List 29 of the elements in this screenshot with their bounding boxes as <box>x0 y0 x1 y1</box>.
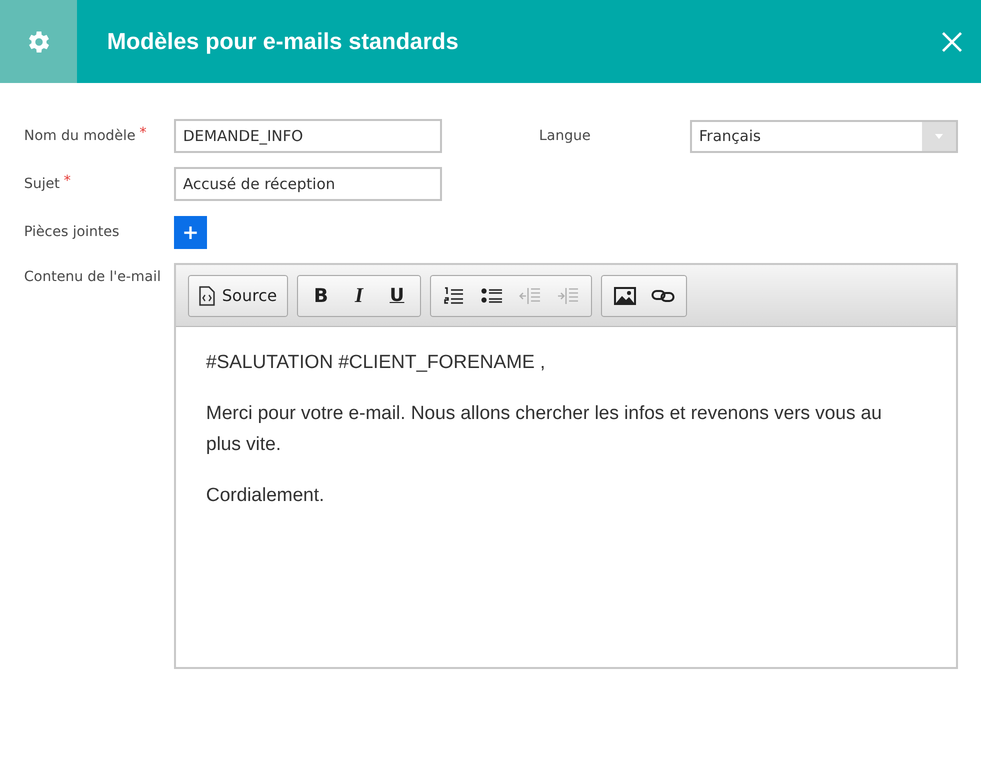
email-paragraph: Cordialement. <box>206 484 326 508</box>
dropdown-arrow-icon <box>935 134 943 138</box>
bold-button[interactable]: B <box>302 278 340 312</box>
rich-text-editor[interactable]: Source B I U #SALUTATION #CLIENT_FORENAME , Merci pour votre e-mail. Nous allons chercher les infos et revenons vers vous au plus vite. Cordialement. <box>174 263 958 669</box>
document-code-icon <box>199 286 215 306</box>
field-label: Sujet <box>24 176 60 192</box>
numbered-list-icon <box>444 286 464 304</box>
image-icon <box>614 286 636 304</box>
field-label: Contenu de l'e-mail <box>24 269 161 285</box>
email-paragraph: Merci pour votre e-mail. Nous allons chercher les infos et revenons vers vous au plus vite. <box>206 402 883 457</box>
email-paragraph: #SALUTATION #CLIENT_FORENAME , <box>206 351 546 375</box>
dialog-title: Modèles pour e-mails standards <box>107 28 460 55</box>
field-label: Langue <box>539 128 592 144</box>
bullet-list-icon <box>480 286 503 304</box>
underline-button[interactable]: U <box>378 278 416 312</box>
italic-button[interactable]: I <box>340 278 378 312</box>
add-attachment-button[interactable]: + <box>174 216 207 248</box>
link-icon <box>650 288 675 302</box>
indent-icon <box>556 286 579 304</box>
language-dropdown[interactable]: Français <box>690 120 958 152</box>
required-asterisk: * <box>140 125 147 141</box>
close-icon[interactable] <box>941 30 963 52</box>
field-label: Nom du modèle <box>24 128 136 144</box>
text-field[interactable]: Accusé de réception <box>174 167 442 201</box>
source-button[interactable]: Source <box>193 278 283 312</box>
text-field[interactable]: DEMANDE_INFO <box>174 119 442 153</box>
outdent-icon <box>518 286 541 304</box>
field-label: Pièces jointes <box>24 224 120 240</box>
required-asterisk: * <box>64 173 71 189</box>
